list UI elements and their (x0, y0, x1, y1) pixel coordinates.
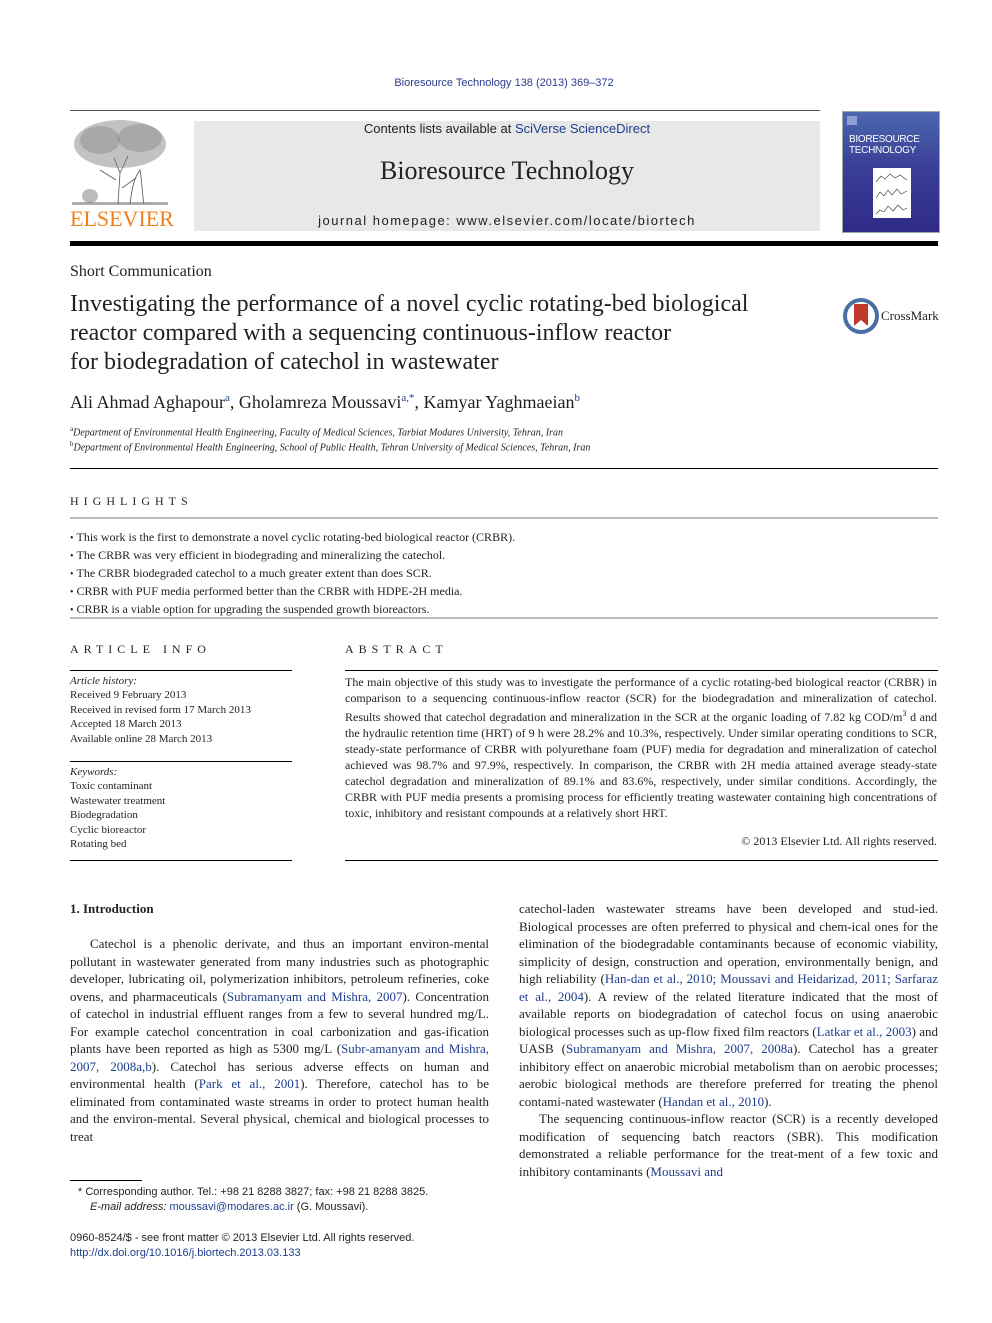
author-list: Ali Ahmad Aghapoura, Gholamreza Moussavi… (70, 392, 580, 412)
title-line: Investigating the performance of a novel… (70, 291, 749, 317)
keyword: Biodegradation (70, 809, 138, 822)
history-item: Accepted 18 March 2013 (70, 718, 182, 731)
abstract-heading: ABSTRACT (345, 642, 448, 656)
journal-cover-thumbnail[interactable]: BIORESOURCE TECHNOLOGY (842, 111, 940, 233)
keyword: Cyclic bioreactor (70, 823, 147, 836)
keyword: Toxic contaminant (70, 780, 153, 793)
divider (70, 860, 292, 861)
author-name[interactable]: Ali Ahmad Aghapour (70, 392, 225, 412)
body-right-column: catechol-laden wastewater streams have b… (519, 900, 938, 1180)
highlight-item: The CRBR biodegraded catechol to a much … (70, 565, 515, 583)
journal-banner: Contents lists available at SciVerse Sci… (194, 121, 820, 231)
journal-title: Bioresource Technology (379, 156, 635, 185)
highlight-item: The CRBR was very efficient in biodegrad… (70, 547, 515, 565)
journal-citation-text[interactable]: Bioresource Technology 138 (2013) 369–37… (394, 77, 613, 89)
abstract-body: The main objective of this study was to … (345, 675, 938, 820)
body-left-column: Catechol is a phenolic derivate, and thu… (70, 936, 489, 1144)
author-affiliation-marker[interactable]: a,* (401, 392, 414, 404)
divider (70, 617, 938, 619)
author-name[interactable]: Kamyar Yaghmaeian (424, 392, 575, 412)
title-line: reactor compared with a sequencing conti… (70, 320, 672, 346)
publisher-name: ELSEVIER (70, 206, 174, 231)
article-history: Article history: Received 9 February 201… (70, 675, 251, 745)
elsevier-logo[interactable]: ELSEVIER (70, 118, 174, 232)
article-info-heading: ARTICLE INFO (70, 642, 211, 656)
highlight-item: This work is the first to demonstrate a … (70, 529, 516, 547)
cover-title: BIORESOURCE TECHNOLOGY (849, 134, 920, 156)
article-type: Short Communication (70, 263, 212, 280)
divider (345, 860, 938, 861)
keywords: Keywords: Toxic contaminant Wastewater t… (70, 766, 166, 851)
section-heading: 1. Introduction (70, 901, 154, 916)
crossmark-button[interactable]: CrossMark (843, 298, 943, 334)
tree-icon (72, 120, 168, 205)
highlights-heading: HIGHLIGHTS (70, 494, 193, 508)
citation-link[interactable]: Subramanyam and Mishra, 2007 (227, 989, 403, 1004)
homepage-link[interactable]: www.elsevier.com/locate/biortech (456, 213, 695, 228)
keyword: Wastewater treatment (70, 794, 166, 807)
divider (70, 670, 292, 671)
contents-line: Contents lists available at SciVerse Sci… (363, 121, 651, 136)
highlight-item: CRBR with PUF media performed better tha… (70, 583, 515, 601)
author-affiliation-marker[interactable]: b (574, 392, 580, 404)
abstract-copyright: © 2013 Elsevier Ltd. All rights reserved… (741, 834, 937, 848)
citation-link[interactable]: Subramanyam and Mishra, 2007, 2008a (566, 1041, 793, 1056)
history-item: Received 9 February 2013 (70, 689, 187, 702)
divider (70, 517, 938, 519)
journal-citation[interactable]: Bioresource Technology 138 (2013) 369–37… (0, 77, 992, 89)
paragraph: catechol-laden wastewater streams have b… (519, 901, 939, 1109)
cover-figure-icon (873, 168, 911, 218)
keyword: Rotating bed (70, 838, 127, 851)
doi-link[interactable]: http://dx.doi.org/10.1016/j.biortech.201… (70, 1247, 301, 1259)
highlights-list: This work is the first to demonstrate a … (70, 529, 516, 619)
history-item: Received in revised form 17 March 2013 (70, 703, 251, 716)
sciencedirect-link[interactable]: SciVerse ScienceDirect (515, 121, 650, 136)
citation-link[interactable]: Park et al., 2001 (199, 1076, 300, 1091)
corresponding-author-note: * Corresponding author. Tel.: +98 21 828… (78, 1186, 429, 1213)
title-line: for biodegradation of catechol in wastew… (70, 349, 499, 375)
cover-logo-icon (847, 116, 857, 125)
divider (70, 761, 292, 762)
affiliation: aDepartment of Environmental Health Engi… (70, 425, 563, 439)
journal-homepage: journal homepage: www.elsevier.com/locat… (318, 213, 696, 228)
crossmark-label: CrossMark (881, 308, 939, 323)
citation-link[interactable]: Handan et al., 2010 (663, 1094, 764, 1109)
paragraph: The sequencing continuous-inflow reactor… (519, 1111, 938, 1179)
citation-link[interactable]: Latkar et al., 2003 (817, 1024, 912, 1039)
author-affiliation-marker[interactable]: a (225, 392, 230, 404)
divider (70, 468, 938, 469)
front-matter: 0960-8524/$ - see front matter © 2013 El… (70, 1232, 415, 1259)
email-link[interactable]: moussavi@modares.ac.ir (169, 1201, 293, 1213)
citation-link[interactable]: Moussavi and (650, 1164, 723, 1179)
header-thick-divider (70, 241, 938, 246)
history-item: Available online 28 March 2013 (70, 732, 213, 745)
article-title: Investigating the performance of a novel… (70, 290, 830, 377)
crossmark-icon (843, 298, 879, 334)
footnote-divider (70, 1180, 142, 1181)
divider (345, 670, 938, 671)
author-name[interactable]: Gholamreza Moussavi (239, 392, 401, 412)
affiliation: bDepartment of Environmental Health Engi… (70, 440, 591, 454)
header-divider (70, 110, 820, 111)
